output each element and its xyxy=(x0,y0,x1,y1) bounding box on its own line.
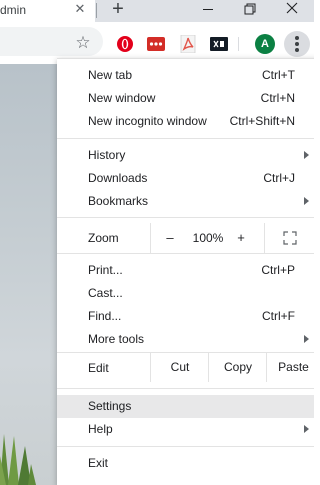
window-close-button[interactable] xyxy=(272,0,312,20)
kebab-icon-dot xyxy=(295,42,299,46)
zoom-level: 100% xyxy=(192,231,224,245)
zoom-row: Zoom – 100% + xyxy=(57,223,314,253)
menu-item-print[interactable]: Print... Ctrl+P xyxy=(57,259,314,282)
fullscreen-icon[interactable] xyxy=(283,231,297,245)
paste-button[interactable]: Paste xyxy=(266,352,314,382)
tab-title: dmin xyxy=(0,3,27,17)
edit-row: Edit Cut Copy Paste xyxy=(57,352,314,382)
zoom-out-button[interactable]: – xyxy=(162,229,178,247)
menu-item-label: More tools xyxy=(88,332,145,346)
menu-separator xyxy=(57,446,314,447)
menu-separator xyxy=(57,217,314,218)
menu-item-label: New window xyxy=(88,91,156,105)
menu-item-more-tools[interactable]: More tools xyxy=(57,328,314,351)
submenu-arrow-icon xyxy=(304,335,309,343)
menu-item-label: Downloads xyxy=(88,171,148,185)
opera-icon[interactable] xyxy=(116,35,134,53)
menu-separator xyxy=(57,253,314,254)
pdf-icon[interactable] xyxy=(179,35,197,53)
chrome-menu-button[interactable] xyxy=(284,31,310,57)
menu-item-exit[interactable]: Exit xyxy=(57,452,314,475)
zoom-label: Zoom xyxy=(88,231,119,245)
menu-item-help[interactable]: Help xyxy=(57,418,314,441)
menu-item-new-window[interactable]: New window Ctrl+N xyxy=(57,87,314,110)
menu-item-label: Help xyxy=(88,422,113,436)
profile-avatar[interactable]: A xyxy=(255,34,275,54)
menu-item-label: Settings xyxy=(88,399,132,413)
menu-item-downloads[interactable]: Downloads Ctrl+J xyxy=(57,167,314,190)
menu-item-label: Bookmarks xyxy=(88,194,149,208)
menu-item-settings[interactable]: Settings xyxy=(57,395,314,418)
tab-strip: dmin ✕ + xyxy=(0,0,314,22)
menu-separator xyxy=(57,138,314,139)
menu-item-label: Cast... xyxy=(88,286,123,300)
zoom-divider xyxy=(264,223,265,253)
menu-item-shortcut: Ctrl+P xyxy=(261,263,295,277)
toolbar-separator xyxy=(238,37,239,51)
tab-active[interactable]: dmin ✕ xyxy=(0,0,95,22)
menu-item-shortcut: Ctrl+Shift+N xyxy=(229,114,295,128)
menu-item-shortcut: Ctrl+F xyxy=(262,309,295,323)
menu-item-bookmarks[interactable]: Bookmarks xyxy=(57,190,314,213)
page-background-image xyxy=(0,64,57,485)
menu-item-label: New tab xyxy=(88,68,133,82)
kebab-icon-dot xyxy=(295,48,299,52)
restore-icon xyxy=(244,3,256,15)
menu-item-label: Exit xyxy=(88,456,109,470)
tab-close-icon[interactable]: ✕ xyxy=(72,1,88,17)
menu-item-label: Print... xyxy=(88,263,123,277)
menu-item-label: New incognito window xyxy=(88,114,207,128)
bookmark-star-icon[interactable]: ☆ xyxy=(73,33,93,53)
menu-separator xyxy=(57,388,314,389)
menu-item-label: Find... xyxy=(88,309,122,323)
menu-item-new-tab[interactable]: New tab Ctrl+T xyxy=(57,64,314,87)
restore-button[interactable] xyxy=(230,0,270,20)
tab-separator xyxy=(96,3,97,18)
menu-item-shortcut: Ctrl+N xyxy=(260,91,295,105)
minimize-icon xyxy=(203,9,213,10)
menu-item-shortcut: Ctrl+J xyxy=(263,171,295,185)
plant-image xyxy=(0,434,36,485)
cut-button[interactable]: Cut xyxy=(150,352,209,382)
menu-item-find[interactable]: Find... Ctrl+F xyxy=(57,305,314,328)
browser-window: dmin ✕ + ☆ A New tab Ctrl+T New window C… xyxy=(0,0,314,485)
chrome-menu: New tab Ctrl+T New window Ctrl+N New inc… xyxy=(57,58,314,485)
edit-label: Edit xyxy=(88,361,109,375)
submenu-arrow-icon xyxy=(304,151,309,159)
kebab-icon xyxy=(295,36,299,40)
menu-item-history[interactable]: History xyxy=(57,144,314,167)
menu-item-cast[interactable]: Cast... xyxy=(57,282,314,305)
lastpass-icon[interactable] xyxy=(147,35,165,53)
close-icon xyxy=(286,2,298,14)
submenu-arrow-icon xyxy=(304,425,309,433)
submenu-arrow-icon xyxy=(304,197,309,205)
dark-reader-icon[interactable] xyxy=(210,35,228,53)
zoom-controls: – 100% + xyxy=(150,223,314,253)
zoom-in-button[interactable]: + xyxy=(233,229,249,247)
menu-item-shortcut: Ctrl+T xyxy=(262,68,295,82)
menu-item-label: History xyxy=(88,148,126,162)
copy-button[interactable]: Copy xyxy=(208,352,267,382)
address-bar[interactable]: ☆ xyxy=(0,27,103,56)
menu-item-new-incognito-window[interactable]: New incognito window Ctrl+Shift+N xyxy=(57,110,314,133)
new-tab-button[interactable]: + xyxy=(108,0,128,20)
minimize-button[interactable] xyxy=(188,0,228,20)
